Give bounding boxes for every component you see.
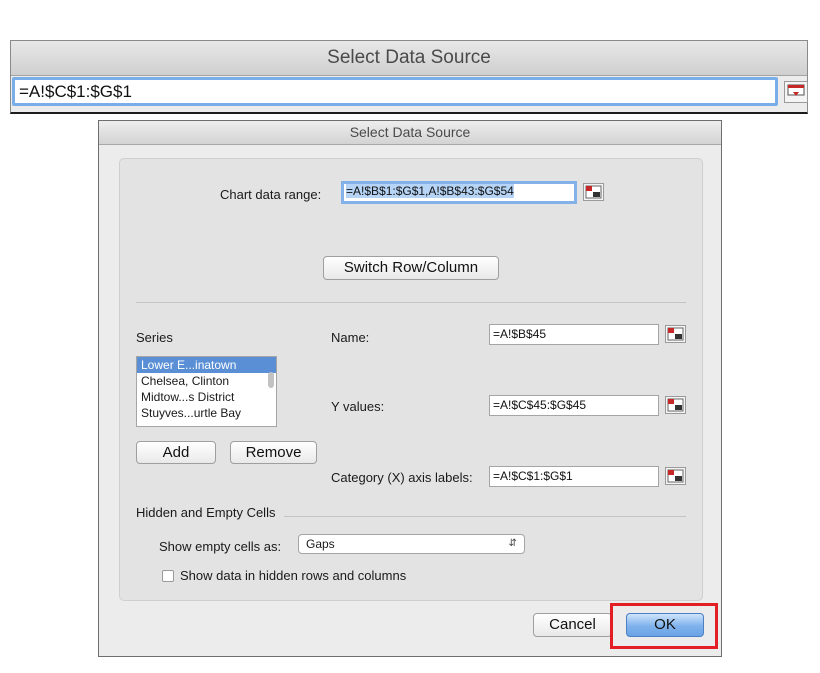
- name-picker-icon[interactable]: [665, 325, 686, 343]
- collapsed-dialog-title: Select Data Source: [11, 41, 807, 76]
- chart-data-range-label: Chart data range:: [220, 187, 322, 202]
- series-item-stuyvesant[interactable]: Stuyves...urtle Bay: [137, 405, 276, 421]
- series-item-chelsea[interactable]: Chelsea, Clinton: [137, 373, 276, 389]
- data-source-group-box: Chart data range: =A!$B$1:$G$1,A!$B$43:$…: [119, 158, 703, 601]
- show-hidden-data-label: Show data in hidden rows and columns: [180, 568, 407, 583]
- add-series-button[interactable]: Add: [136, 441, 216, 464]
- collapsed-range-input[interactable]: =A!$C$1:$G$1: [12, 77, 778, 106]
- category-axis-labels-label: Category (X) axis labels:: [331, 470, 473, 485]
- y-values-field[interactable]: =A!$C$45:$G$45: [489, 395, 659, 416]
- name-field[interactable]: =A!$B$45: [489, 324, 659, 345]
- expand-range-picker-icon[interactable]: [784, 81, 808, 103]
- cancel-button[interactable]: Cancel: [533, 613, 612, 637]
- ok-button-highlight-annotation: [610, 603, 718, 649]
- name-label: Name:: [331, 330, 370, 345]
- series-list[interactable]: Lower E...inatown Chelsea, Clinton Midto…: [136, 356, 277, 427]
- category-axis-labels-picker-icon[interactable]: [665, 467, 686, 485]
- y-values-picker-icon[interactable]: [665, 396, 686, 414]
- category-axis-labels-field[interactable]: =A!$C$1:$G$1: [489, 466, 659, 487]
- select-stepper-icon: ⇵: [508, 538, 517, 549]
- y-values-label: Y values:: [331, 399, 385, 414]
- series-item-midtown[interactable]: Midtow...s District: [137, 389, 276, 405]
- collapsed-select-data-source-dialog: Select Data Source =A!$C$1:$G$1: [10, 40, 808, 114]
- series-item-lower-east-side[interactable]: Lower E...inatown: [137, 357, 276, 373]
- show-hidden-data-checkbox[interactable]: [162, 570, 174, 582]
- show-empty-cells-select[interactable]: Gaps ⇵: [298, 534, 525, 554]
- chart-data-range-field[interactable]: =A!$B$1:$G$1,A!$B$43:$G$54: [341, 181, 577, 204]
- select-data-source-dialog: Select Data Source Chart data range: =A!…: [98, 120, 722, 657]
- hidden-empty-divider: [284, 516, 686, 517]
- chart-data-range-value: =A!$B$1:$G$1,A!$B$43:$G$54: [346, 184, 514, 198]
- dialog-title: Select Data Source: [99, 121, 721, 145]
- section-divider: [136, 302, 686, 303]
- hidden-empty-cells-heading: Hidden and Empty Cells: [136, 505, 276, 520]
- switch-row-column-button[interactable]: Switch Row/Column: [323, 256, 499, 280]
- series-list-scrollbar[interactable]: [268, 372, 274, 388]
- remove-series-button[interactable]: Remove: [230, 441, 317, 464]
- series-label: Series: [136, 330, 173, 345]
- chart-data-range-picker-icon[interactable]: [583, 183, 604, 201]
- show-empty-cells-value: Gaps: [306, 537, 335, 551]
- show-empty-cells-label: Show empty cells as:: [159, 539, 282, 554]
